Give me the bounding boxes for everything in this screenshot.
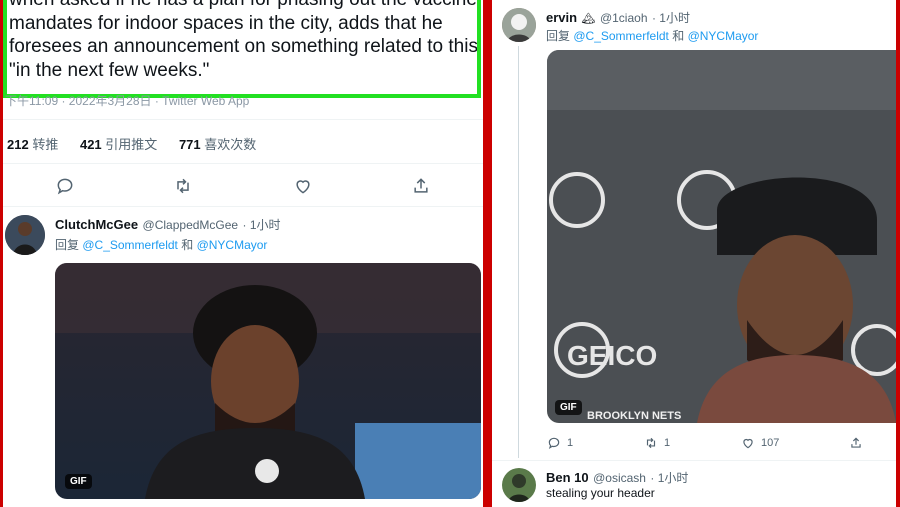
retweet-count[interactable]: 212: [7, 137, 29, 152]
replying-to: 回复 @C_Sommerfeldt 和 @NYCMayor: [546, 27, 758, 44]
conjunction: 和: [668, 29, 688, 43]
right-screenshot-panel: ervin 🏔 @1ciaoh · 1小时 回复 @C_Sommerfeldt …: [492, 0, 896, 507]
quote-count[interactable]: 421: [80, 137, 102, 152]
user-name[interactable]: ClutchMcGee: [55, 217, 138, 232]
backdrop-text: GEICO: [567, 340, 657, 371]
user-handle[interactable]: @osicash: [593, 471, 646, 485]
reply-icon[interactable]: [55, 176, 75, 196]
reply-time[interactable]: · 1小时: [243, 218, 281, 232]
like-count: 107: [761, 437, 780, 449]
reply-prefix: 回复: [55, 238, 83, 252]
retweet-count: 1: [664, 437, 671, 449]
avatar[interactable]: [502, 468, 536, 502]
quote-label[interactable]: 引用推文: [105, 137, 157, 152]
divider: [3, 119, 483, 120]
reply-time[interactable]: · 1小时: [650, 471, 688, 485]
user-name[interactable]: ervin: [546, 10, 577, 25]
reply-action-bar: 1 1 107: [547, 436, 892, 452]
mention-link[interactable]: @C_Sommerfeldt: [82, 238, 178, 252]
like-icon[interactable]: [293, 176, 313, 196]
replying-to: 回复 @C_Sommerfeldt 和 @NYCMayor: [55, 236, 267, 253]
thread-line: [518, 46, 519, 458]
reply-gif[interactable]: GEICO BROOKLYN NETS GIF: [547, 50, 896, 423]
mention-link[interactable]: @C_Sommerfeldt: [573, 29, 669, 43]
user-handle[interactable]: @1ciaoh: [600, 11, 648, 25]
reply-header: ClutchMcGee @ClappedMcGee · 1小时: [55, 216, 281, 234]
tweet-stats: 212 转推 421 引用推文 771 喜欢次数: [7, 134, 274, 153]
conjunction: 和: [177, 238, 197, 252]
reply-header: Ben 10 @osicash · 1小时: [546, 469, 688, 487]
reply-prefix: 回复: [546, 29, 574, 43]
tweet-text: when asked if he has a plan for phasing …: [9, 0, 478, 81]
gif-frame-image: [55, 263, 481, 499]
avatar[interactable]: [502, 8, 536, 42]
mention-link[interactable]: @NYCMayor: [688, 29, 759, 43]
gif-frame-image: GEICO BROOKLYN NETS: [547, 50, 896, 423]
reply-header: ervin 🏔 @1ciaoh · 1小时: [546, 9, 690, 27]
retweet-icon[interactable]: [644, 436, 658, 450]
avatar[interactable]: [5, 215, 45, 255]
gif-badge: GIF: [555, 400, 582, 415]
share-icon[interactable]: [411, 176, 431, 196]
mention-link[interactable]: @NYCMayor: [197, 238, 268, 252]
like-label[interactable]: 喜欢次数: [204, 137, 256, 152]
like-icon[interactable]: [741, 436, 755, 450]
highlighted-tweet-text-box: when asked if he has a plan for phasing …: [3, 0, 481, 98]
retweet-label[interactable]: 转推: [32, 137, 58, 152]
reply-icon[interactable]: [547, 436, 561, 450]
video-caption: BROOKLYN NETS: [587, 410, 681, 422]
tweet-timestamp: 下午11:09 · 2022年3月28日 · Twitter Web App: [5, 94, 250, 108]
mountain-emoji: 🏔: [581, 13, 596, 25]
user-avatar-image: [502, 8, 536, 42]
user-handle[interactable]: @ClappedMcGee: [143, 218, 239, 232]
share-icon[interactable]: [849, 436, 863, 450]
reply-count: 1: [567, 437, 574, 449]
gif-badge: GIF: [65, 474, 92, 489]
reply-text: stealing your header: [546, 486, 655, 500]
reply-time[interactable]: · 1小时: [652, 11, 690, 25]
tweet-action-bar: [3, 172, 483, 200]
divider: [3, 206, 483, 207]
user-name[interactable]: Ben 10: [546, 470, 589, 485]
user-avatar-image: [502, 468, 536, 502]
like-count[interactable]: 771: [179, 137, 201, 152]
left-screenshot-panel: when asked if he has a plan for phasing …: [3, 0, 483, 507]
divider: [492, 460, 896, 461]
player-avatar-image: [5, 215, 45, 255]
divider: [3, 163, 483, 164]
reply-gif[interactable]: GIF: [55, 263, 481, 499]
retweet-icon[interactable]: [173, 176, 193, 196]
